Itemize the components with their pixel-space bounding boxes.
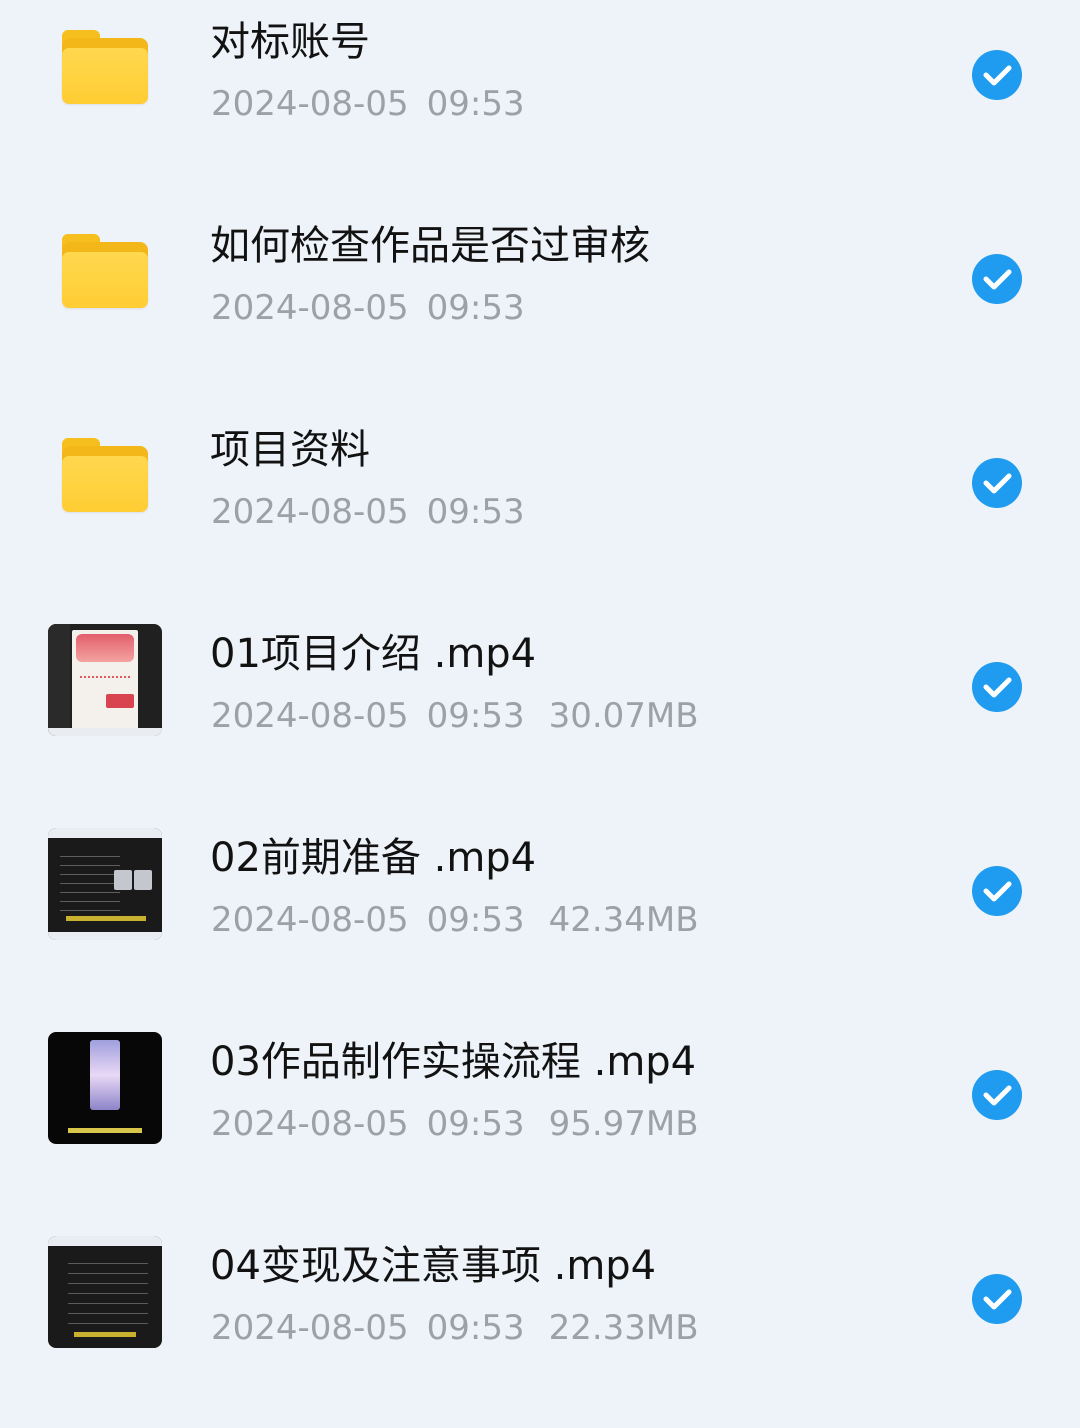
file-size: 30.07MB	[548, 696, 699, 736]
file-size: 22.33MB	[548, 1308, 699, 1348]
file-date: 2024-08-05	[211, 1104, 409, 1144]
file-meta: 2024-08-05 09:53 22.33MB	[211, 1304, 699, 1352]
file-meta: 2024-08-05 09:53	[211, 80, 525, 128]
file-time: 09:53	[426, 1308, 525, 1348]
video-thumbnail	[48, 1236, 162, 1348]
file-row-video[interactable]: 03作品制作实操流程 .mp4 2024-08-05 09:53 95.97MB	[0, 1020, 1080, 1224]
file-row-folder[interactable]: 对标账号 2024-08-05 09:53	[0, 0, 1080, 204]
file-time: 09:53	[426, 492, 525, 532]
checked-circle-icon[interactable]	[972, 662, 1022, 712]
checked-circle-icon[interactable]	[972, 50, 1022, 100]
file-date: 2024-08-05	[211, 696, 409, 736]
video-thumbnail	[48, 1032, 162, 1144]
file-time: 09:53	[426, 84, 525, 124]
video-thumbnail	[48, 828, 162, 940]
file-name: 对标账号	[210, 19, 370, 65]
file-size: 42.34MB	[548, 900, 699, 940]
checked-circle-icon[interactable]	[972, 254, 1022, 304]
file-name: 03作品制作实操流程 .mp4	[210, 1039, 697, 1085]
file-name: 02前期准备 .mp4	[210, 835, 537, 881]
folder-icon	[62, 438, 148, 512]
file-meta: 2024-08-05 09:53 95.97MB	[211, 1100, 699, 1148]
file-name: 项目资料	[210, 427, 370, 473]
file-time: 09:53	[426, 1104, 525, 1144]
file-meta: 2024-08-05 09:53	[211, 284, 525, 332]
file-date: 2024-08-05	[211, 900, 409, 940]
folder-icon	[62, 234, 148, 308]
checked-circle-icon[interactable]	[972, 1070, 1022, 1120]
file-size: 95.97MB	[548, 1104, 699, 1144]
video-thumbnail	[48, 624, 162, 736]
file-name: 04变现及注意事项 .mp4	[210, 1243, 657, 1289]
file-time: 09:53	[426, 900, 525, 940]
file-row-video[interactable]: 01项目介绍 .mp4 2024-08-05 09:53 30.07MB	[0, 612, 1080, 816]
file-row-video[interactable]: 02前期准备 .mp4 2024-08-05 09:53 42.34MB	[0, 816, 1080, 1020]
folder-icon	[62, 30, 148, 104]
file-meta: 2024-08-05 09:53	[211, 488, 525, 536]
file-date: 2024-08-05	[211, 1308, 409, 1348]
file-row-folder[interactable]: 如何检查作品是否过审核 2024-08-05 09:53	[0, 204, 1080, 408]
file-name: 01项目介绍 .mp4	[210, 631, 537, 677]
file-name: 如何检查作品是否过审核	[210, 223, 650, 269]
checked-circle-icon[interactable]	[972, 1274, 1022, 1324]
file-row-video[interactable]: 04变现及注意事项 .mp4 2024-08-05 09:53 22.33MB	[0, 1224, 1080, 1428]
file-meta: 2024-08-05 09:53 42.34MB	[211, 896, 699, 944]
file-row-folder[interactable]: 项目资料 2024-08-05 09:53	[0, 408, 1080, 612]
file-meta: 2024-08-05 09:53 30.07MB	[211, 692, 699, 740]
checked-circle-icon[interactable]	[972, 866, 1022, 916]
checked-circle-icon[interactable]	[972, 458, 1022, 508]
file-date: 2024-08-05	[211, 492, 409, 532]
file-time: 09:53	[426, 288, 525, 328]
file-date: 2024-08-05	[211, 84, 409, 124]
file-time: 09:53	[426, 696, 525, 736]
file-date: 2024-08-05	[211, 288, 409, 328]
file-list: 对标账号 2024-08-05 09:53 如何检查作品是否过审核 2024-08…	[0, 0, 1080, 1348]
